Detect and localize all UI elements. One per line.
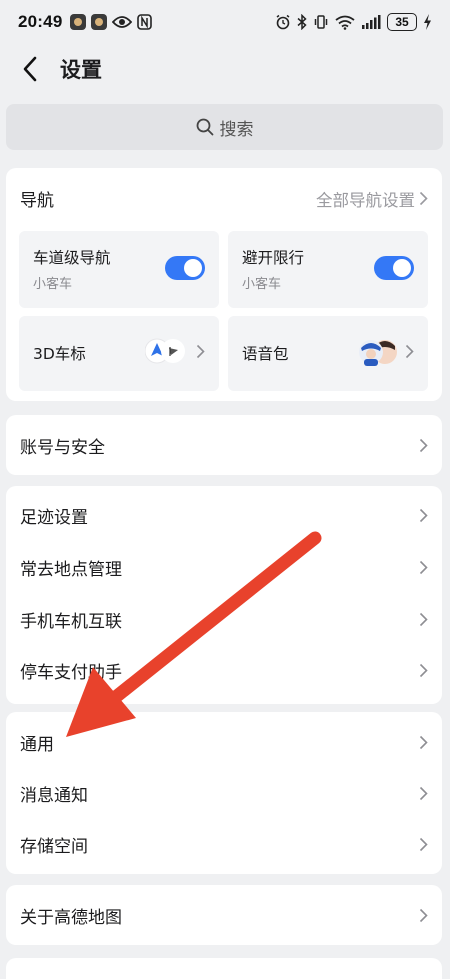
chevron-right-icon xyxy=(419,735,428,750)
tile-subtitle: 小客车 xyxy=(33,277,73,292)
list-item-general[interactable]: 通用 xyxy=(6,716,442,768)
list-item-message-notifications[interactable]: 消息通知 xyxy=(6,767,442,819)
list-item-label: 常去地点管理 xyxy=(20,559,122,580)
chevron-right-icon xyxy=(196,344,205,359)
eye-icon xyxy=(112,16,133,28)
tile-title: 语音包 xyxy=(242,345,289,363)
list-item-frequent-places[interactable]: 常去地点管理 xyxy=(6,541,442,593)
list-item-label: 关于高德地图 xyxy=(20,907,122,928)
search-placeholder: 搜索 xyxy=(219,119,254,140)
lane-navigation-tile[interactable]: 车道级导航 小客车 xyxy=(19,231,219,308)
wifi-icon xyxy=(335,15,355,30)
vibrate-icon xyxy=(314,15,328,29)
chevron-right-icon xyxy=(419,438,428,453)
battery-icon: 35 xyxy=(387,13,417,31)
chevron-right-icon xyxy=(419,786,428,801)
page-title: 设置 xyxy=(60,58,102,82)
system-status-icons: 35 xyxy=(275,13,432,31)
navigation-card-header: 导航 全部导航设置 xyxy=(20,186,428,211)
list-item-about[interactable]: 关于高德地图 xyxy=(6,889,442,941)
app-notification-icon xyxy=(91,14,108,30)
chevron-right-icon xyxy=(419,508,428,523)
chevron-right-icon xyxy=(419,612,428,627)
lane-navigation-toggle[interactable] xyxy=(165,256,205,280)
back-icon xyxy=(23,56,37,82)
avoid-restriction-toggle[interactable] xyxy=(374,256,414,280)
list-item-phone-car-link[interactable]: 手机车机互联 xyxy=(6,593,442,645)
chevron-right-icon xyxy=(419,908,428,923)
tile-title: 避开限行 xyxy=(242,249,305,267)
notification-icons xyxy=(70,14,153,30)
chevron-right-icon xyxy=(419,663,428,678)
search-input[interactable]: 搜索 xyxy=(6,104,443,150)
list-item-label: 消息通知 xyxy=(20,785,88,806)
chevron-right-icon xyxy=(419,560,428,575)
chevron-right-icon xyxy=(419,837,428,852)
page-header: 设置 xyxy=(0,44,450,94)
bottom-partial-card xyxy=(6,958,442,979)
charging-icon xyxy=(424,14,431,30)
list-item-label: 停车支付助手 xyxy=(20,662,122,683)
account-section-card: 账号与安全 xyxy=(6,415,442,475)
status-bar: 20:49 35 xyxy=(0,0,450,44)
vehicle-marker-icon xyxy=(144,338,185,364)
back-button[interactable] xyxy=(0,44,60,94)
list-item-label: 足迹设置 xyxy=(20,507,88,528)
navigation-section-title: 导航 xyxy=(20,191,54,211)
list-item-footprint-settings[interactable]: 足迹设置 xyxy=(6,489,442,541)
list-item-account-security[interactable]: 账号与安全 xyxy=(6,419,442,471)
list-item-label: 通用 xyxy=(20,734,54,755)
avoid-restriction-tile[interactable]: 避开限行 小客车 xyxy=(228,231,428,308)
voice-pack-tile[interactable]: 语音包 xyxy=(228,316,428,391)
all-navigation-settings-label: 全部导航设置 xyxy=(316,190,415,210)
list-item-label: 存储空间 xyxy=(20,836,88,857)
navigation-settings-card: 导航 全部导航设置 车道级导航 小客车 避开限行 小客车 3D车标 语音包 xyxy=(6,168,442,401)
nfc-icon xyxy=(137,14,153,30)
tile-title: 3D车标 xyxy=(33,345,86,363)
chevron-right-icon xyxy=(419,191,428,206)
all-navigation-settings-link[interactable]: 全部导航设置 xyxy=(316,187,428,211)
general-section-card: 通用 消息通知 存储空间 xyxy=(6,712,442,874)
about-section-card: 关于高德地图 xyxy=(6,885,442,945)
app-notification-icon xyxy=(70,14,87,30)
search-icon xyxy=(196,118,213,136)
chevron-right-icon xyxy=(405,344,414,359)
list-item-storage[interactable]: 存储空间 xyxy=(6,818,442,870)
signal-icon xyxy=(362,15,381,29)
status-time: 20:49 xyxy=(18,12,63,31)
tile-subtitle: 小客车 xyxy=(242,277,282,292)
list-item-label: 账号与安全 xyxy=(20,437,105,458)
footprint-section-card: 足迹设置 常去地点管理 手机车机互联 停车支付助手 xyxy=(6,486,442,704)
voice-avatar-icon xyxy=(358,338,398,366)
3d-car-marker-tile[interactable]: 3D车标 xyxy=(19,316,219,391)
list-item-parking-payment[interactable]: 停车支付助手 xyxy=(6,644,442,696)
tile-title: 车道级导航 xyxy=(33,249,111,267)
list-item-label: 手机车机互联 xyxy=(20,611,122,632)
alarm-icon xyxy=(276,14,290,30)
bluetooth-icon xyxy=(297,14,307,30)
